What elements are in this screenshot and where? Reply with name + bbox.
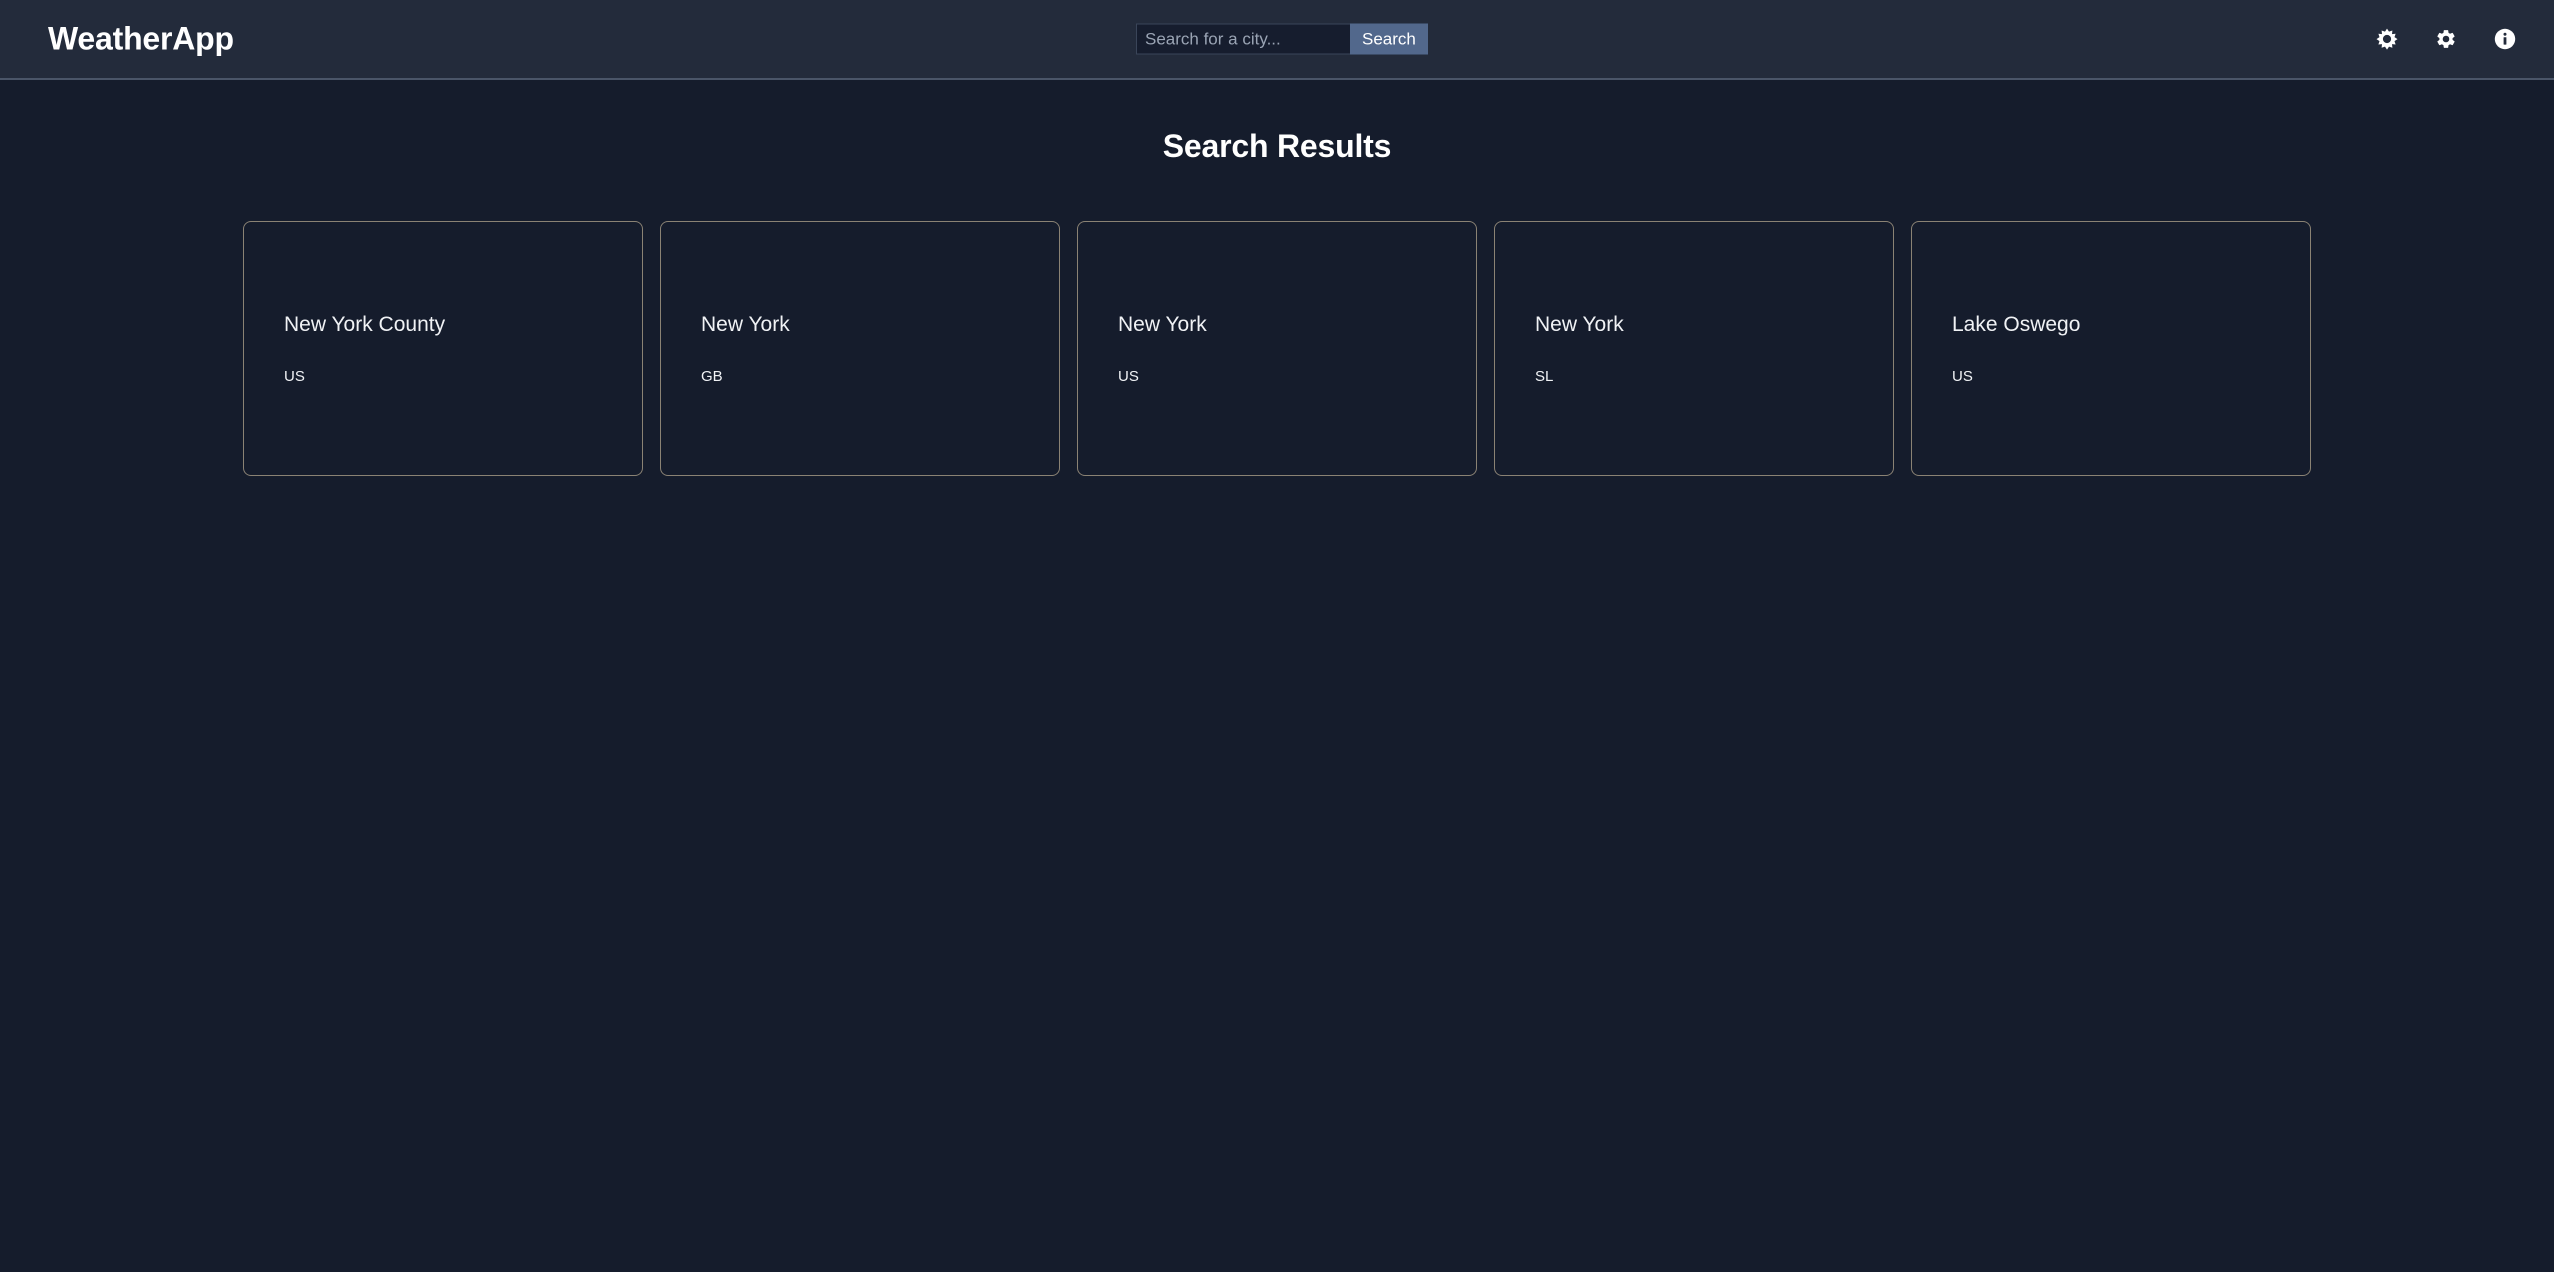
sun-icon[interactable]	[2374, 26, 2400, 52]
search-results-grid: New York County US New York GB New York …	[0, 221, 2554, 476]
result-country-code: US	[1118, 368, 1436, 385]
result-country-code: US	[1952, 368, 2270, 385]
app-header: WeatherApp Search	[0, 0, 2554, 80]
page-title: Search Results	[0, 128, 2554, 165]
result-country-code: SL	[1535, 368, 1853, 385]
result-card[interactable]: New York US	[1077, 221, 1477, 476]
main-content: Search Results New York County US New Yo…	[0, 80, 2554, 476]
search-bar: Search	[1136, 24, 1428, 55]
result-card[interactable]: New York County US	[243, 221, 643, 476]
result-city-name: New York County	[284, 313, 602, 337]
result-card[interactable]: New York GB	[660, 221, 1060, 476]
gear-icon[interactable]	[2433, 26, 2459, 52]
result-city-name: New York	[701, 313, 1019, 337]
result-card[interactable]: Lake Oswego US	[1911, 221, 2311, 476]
search-input[interactable]	[1136, 24, 1350, 55]
result-country-code: US	[284, 368, 602, 385]
header-icon-group	[2374, 26, 2518, 52]
result-city-name: New York	[1118, 313, 1436, 337]
result-city-name: New York	[1535, 313, 1853, 337]
info-icon[interactable]	[2492, 26, 2518, 52]
result-card[interactable]: New York SL	[1494, 221, 1894, 476]
result-city-name: Lake Oswego	[1952, 313, 2270, 337]
result-country-code: GB	[701, 368, 1019, 385]
app-brand-title: WeatherApp	[48, 21, 234, 58]
search-button[interactable]: Search	[1350, 24, 1428, 55]
